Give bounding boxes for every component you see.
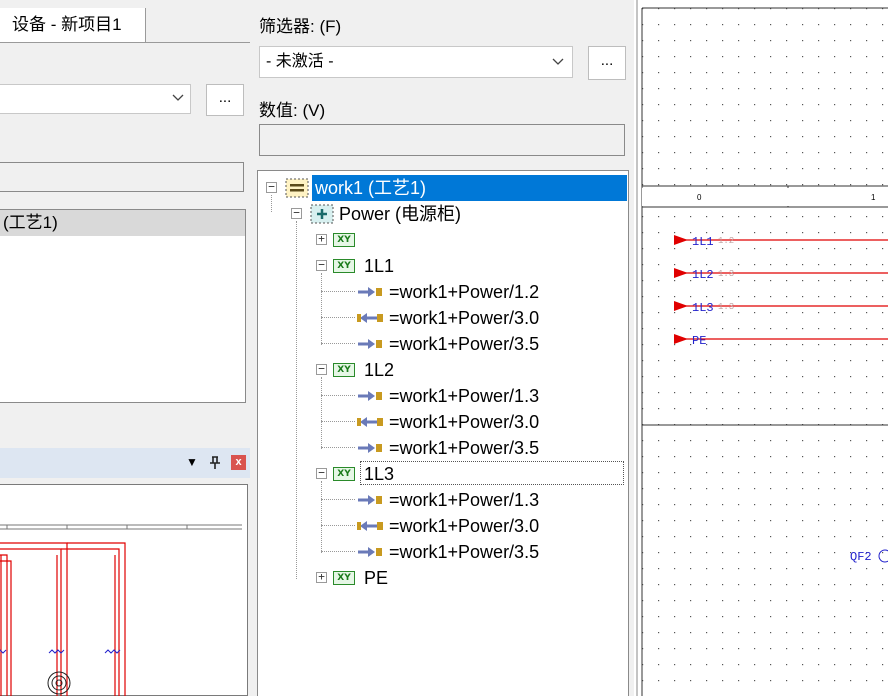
filter-label: 筛选器: (F) <box>259 17 342 36</box>
tree-root-label: work1 (工艺1) <box>315 178 427 198</box>
tree-row-connection[interactable]: =work1+Power/3.5 <box>258 435 630 461</box>
wire-ref: 1.3 <box>718 269 734 279</box>
wire-label: 1L2 <box>692 268 714 282</box>
xy-icon: XY <box>333 363 355 377</box>
tree-row-connection[interactable]: =work1+Power/1.2 <box>258 279 630 305</box>
schematic-preview[interactable] <box>0 484 248 696</box>
list-item[interactable]: (工艺1) <box>0 210 245 236</box>
tree-row-connection[interactable]: =work1+Power/3.0 <box>258 305 630 331</box>
xy-icon: XY <box>333 571 355 585</box>
tree-row-group[interactable]: − XY 1L2 <box>258 357 630 383</box>
connection-label: =work1+Power/3.0 <box>389 516 540 536</box>
component-label: QF2 <box>850 550 872 564</box>
wire-label: 1L1 <box>692 235 714 249</box>
tree-row-connection[interactable]: =work1+Power/3.5 <box>258 331 630 357</box>
connection-out-icon <box>358 391 382 401</box>
left-combo[interactable] <box>0 84 191 114</box>
connection-label: =work1+Power/1.2 <box>389 282 540 302</box>
tree-row-group[interactable]: − XY 1L3 <box>258 461 630 487</box>
connection-out-icon <box>358 339 382 349</box>
value-label: 数值: (V) <box>259 101 326 120</box>
wire-ref: 1.2 <box>718 236 734 246</box>
connection-label: =work1+Power/3.5 <box>389 438 540 458</box>
left-value-field[interactable] <box>0 162 244 192</box>
xy-icon: XY <box>333 467 355 481</box>
connection-label: =work1+Power/3.0 <box>389 412 540 432</box>
tree-row-connection[interactable]: =work1+Power/1.3 <box>258 383 630 409</box>
connection-label: =work1+Power/3.5 <box>389 542 540 562</box>
collapse-icon[interactable]: − <box>316 259 327 271</box>
project-icon <box>285 178 309 198</box>
collapse-icon[interactable]: − <box>316 467 327 479</box>
focus-rect <box>360 461 624 485</box>
collapse-icon[interactable]: − <box>266 181 277 193</box>
tab-device[interactable]: 设备 - 新项目1 <box>0 8 146 42</box>
tree-row-root[interactable]: − work1 (工艺1) <box>258 175 630 201</box>
tree-row-connection[interactable]: =work1+Power/3.0 <box>258 409 630 435</box>
tree-power-label: Power (电源柜) <box>339 204 462 224</box>
left-panel: 设备 - 新项目1 ... (工艺1) ▼ x <box>0 0 250 696</box>
group-label: 1L2 <box>364 360 395 380</box>
middle-panel: 筛选器: (F) - 未激活 - ... 数值: (V) − work1 (工艺… <box>250 0 634 696</box>
connection-out-icon <box>358 443 382 453</box>
tree-row-connection[interactable]: =work1+Power/3.0 <box>258 513 630 539</box>
expand-icon[interactable]: + <box>316 233 327 245</box>
left-list[interactable]: (工艺1) <box>0 209 246 403</box>
expand-icon[interactable]: + <box>316 571 327 583</box>
connection-out-icon <box>358 495 382 505</box>
collapse-icon[interactable]: − <box>316 363 327 375</box>
schematic-canvas[interactable]: 0 1 1L1 1.2 1L2 1.3 1L3 1.3 PE QF2 <box>634 0 888 696</box>
pin-icon[interactable] <box>209 456 221 470</box>
collapse-icon[interactable]: − <box>291 207 302 219</box>
connection-label: =work1+Power/1.3 <box>389 386 540 406</box>
tree-row-group[interactable]: + XY PE <box>258 565 630 591</box>
connection-out-icon <box>358 547 382 557</box>
wire-ref: 1.3 <box>718 302 734 312</box>
wire-label: PE <box>692 334 706 348</box>
left-browse-button[interactable]: ... <box>206 84 244 116</box>
connection-in-icon <box>357 521 383 531</box>
tree-row-power[interactable]: − Power (电源柜) <box>258 201 630 227</box>
tree-row-group[interactable]: + XY <box>258 227 630 253</box>
connection-out-icon <box>358 287 382 297</box>
ruler-mark: 1 <box>871 193 876 202</box>
connection-label: =work1+Power/3.0 <box>389 308 540 328</box>
filter-browse-button[interactable]: ... <box>588 46 626 80</box>
connection-label: =work1+Power/3.5 <box>389 334 540 354</box>
ruler-mark: 0 <box>697 193 702 202</box>
filter-select[interactable]: - 未激活 - <box>259 46 573 78</box>
group-label: PE <box>364 568 389 588</box>
xy-icon: XY <box>333 233 355 247</box>
wire-label: 1L3 <box>692 301 714 315</box>
device-tree[interactable]: − work1 (工艺1) − Power (电源柜) + XY − XY 1L… <box>257 170 629 696</box>
group-label: 1L1 <box>364 256 395 276</box>
tree-row-group[interactable]: − XY 1L1 <box>258 253 630 279</box>
group-label: 1L3 <box>364 464 395 484</box>
chevron-down-icon <box>552 58 564 65</box>
tree-row-connection[interactable]: =work1+Power/3.5 <box>258 539 630 565</box>
connection-in-icon <box>357 417 383 427</box>
panel-titlebar: ▼ x <box>0 448 250 478</box>
chevron-down-icon <box>172 94 184 101</box>
close-icon[interactable]: x <box>231 455 246 470</box>
connection-in-icon <box>357 313 383 323</box>
filter-value: - 未激活 - <box>266 53 334 70</box>
xy-icon: XY <box>333 259 355 273</box>
cabinet-icon <box>310 204 334 224</box>
tab-divider <box>0 42 250 43</box>
schematic-drawing: 0 1 1L1 1.2 1L2 1.3 1L3 1.3 PE QF2 <box>634 0 888 696</box>
connection-label: =work1+Power/1.3 <box>389 490 540 510</box>
schematic-drawing <box>0 524 242 696</box>
dropdown-icon[interactable]: ▼ <box>186 455 198 469</box>
value-field[interactable] <box>259 124 625 156</box>
tree-row-connection[interactable]: =work1+Power/1.3 <box>258 487 630 513</box>
